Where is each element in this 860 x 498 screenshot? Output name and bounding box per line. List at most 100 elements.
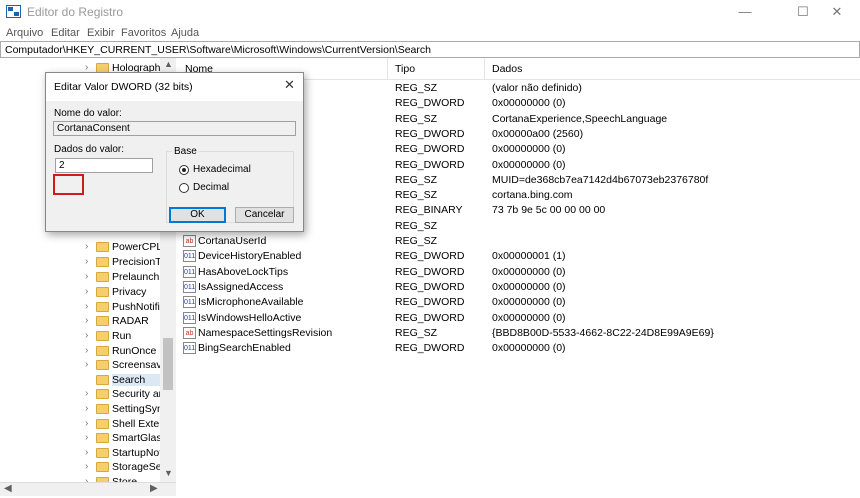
tree-item[interactable]: › SettingSync <box>0 402 160 417</box>
chevron-right-icon[interactable]: › <box>85 256 88 267</box>
cancel-button[interactable]: Cancelar <box>235 207 294 223</box>
folder-icon <box>96 257 109 267</box>
menu-ajuda[interactable]: Ajuda <box>171 27 199 39</box>
chevron-right-icon[interactable]: › <box>85 286 88 297</box>
chevron-right-icon[interactable]: › <box>85 418 88 429</box>
list-item[interactable]: ab CortanaUserId REG_SZ <box>177 234 860 249</box>
dialog-body: Nome do valor: CortanaConsent Dados do v… <box>46 101 303 231</box>
column-header-type[interactable]: Tipo <box>395 63 415 75</box>
value-name: CortanaUserId <box>198 235 267 247</box>
value-type: REG_DWORD <box>395 280 465 293</box>
tree-item[interactable]: › PowerCPL <box>0 240 160 255</box>
scroll-up-icon[interactable]: ▲ <box>164 59 173 69</box>
menu-favoritos[interactable]: Favoritos <box>121 27 166 39</box>
value-data: 0x00000a00 (2560) <box>492 127 584 140</box>
chevron-right-icon[interactable]: › <box>85 301 88 312</box>
value-name: BingSearchEnabled <box>198 342 291 355</box>
scroll-left-icon[interactable]: ◀ <box>4 483 12 494</box>
tree-item[interactable]: › StartupNot <box>0 446 160 461</box>
value-data: 0x00000000 (0) <box>492 280 566 293</box>
folder-icon <box>96 287 109 297</box>
value-data: 0x00000001 (1) <box>492 250 566 263</box>
list-item[interactable]: ab NamespaceSettingsRevision REG_SZ {BBD8B0… <box>177 326 860 341</box>
tree-item[interactable]: › StorageSen <box>0 460 160 475</box>
chevron-right-icon[interactable]: › <box>85 461 88 472</box>
list-item[interactable]: 011 IsWindowsHelloActive REG_DWORD 0x000000… <box>177 311 860 326</box>
tree-item[interactable]: › PushNotifi <box>0 300 160 315</box>
chevron-right-icon[interactable]: › <box>85 271 88 282</box>
value-data: 0x00000000 (0) <box>492 311 566 324</box>
scroll-down-icon[interactable]: ▼ <box>164 468 173 478</box>
column-header-data[interactable]: Dados <box>492 63 522 75</box>
tree-item[interactable]: › RunOnce <box>0 344 160 359</box>
tree-item[interactable]: › PrecisionTc <box>0 255 160 270</box>
value-type: REG_DWORD <box>395 250 465 263</box>
tree-horizontal-scrollbar[interactable]: ◀ ▶ <box>0 482 176 496</box>
value-data: 0x00000000 (0) <box>492 296 566 309</box>
tree-item[interactable]: › Run <box>0 329 160 344</box>
tree-item[interactable]: › Shell Extens <box>0 417 160 432</box>
tree-item-label: Shell Extens <box>112 418 160 430</box>
folder-icon <box>96 316 109 326</box>
value-type: REG_SZ <box>395 219 438 232</box>
value-data-field[interactable]: 2 <box>55 158 153 173</box>
tree-item[interactable]: › SmartGlass <box>0 431 160 446</box>
folder-icon <box>96 462 109 472</box>
menu-exibir[interactable]: Exibir <box>87 27 115 39</box>
string-value-icon: ab <box>183 235 196 247</box>
list-item[interactable]: 011 IsAssignedAccess REG_DWORD 0x00000000 (… <box>177 280 860 295</box>
ok-button[interactable]: OK <box>169 207 226 223</box>
address-bar[interactable]: Computador\HKEY_CURRENT_USER\Software\Mi… <box>0 41 860 58</box>
list-item[interactable]: 011 IsMicrophoneAvailable REG_DWORD 0x00000… <box>177 295 860 310</box>
column-separator[interactable] <box>387 58 388 80</box>
chevron-right-icon[interactable]: › <box>85 432 88 443</box>
decimal-label[interactable]: Decimal <box>193 182 229 193</box>
chevron-right-icon[interactable]: › <box>85 359 88 370</box>
tree-item[interactable]: › Screensave <box>0 358 160 373</box>
menu-arquivo[interactable]: Arquivo <box>6 27 43 39</box>
chevron-right-icon[interactable]: › <box>85 447 88 458</box>
value-data: 0x00000000 (0) <box>492 143 566 156</box>
decimal-radio[interactable] <box>179 183 189 193</box>
scroll-right-icon[interactable]: ▶ <box>150 483 158 494</box>
tree-item[interactable]: Search <box>0 373 160 388</box>
scroll-thumb[interactable] <box>163 338 173 390</box>
highlight-box <box>53 174 84 195</box>
chevron-right-icon[interactable]: › <box>85 315 88 326</box>
folder-icon <box>96 331 109 341</box>
list-item[interactable]: 011 BingSearchEnabled REG_DWORD 0x00000000 … <box>177 341 860 356</box>
value-data: 0x00000000 (0) <box>492 158 566 171</box>
list-item[interactable]: 011 HasAboveLockTips REG_DWORD 0x00000000 (… <box>177 265 860 280</box>
folder-icon <box>96 433 109 443</box>
column-separator[interactable] <box>484 58 485 80</box>
chevron-right-icon[interactable]: › <box>85 241 88 252</box>
dialog-close-icon[interactable]: ✕ <box>284 77 295 93</box>
value-name-field[interactable]: CortanaConsent <box>53 121 296 136</box>
folder-icon <box>96 389 109 399</box>
minimize-button[interactable]: — <box>722 0 768 24</box>
tree-item[interactable]: › Privacy <box>0 285 160 300</box>
list-item[interactable]: 011 DeviceHistoryEnabled REG_DWORD 0x000000… <box>177 249 860 264</box>
close-button[interactable]: ✕ <box>814 0 860 24</box>
value-type: REG_DWORD <box>395 311 465 324</box>
value-data: MUID=de368cb7ea7142d4b67073eb2376780f <box>492 173 709 186</box>
tree-item-label: PowerCPL <box>112 241 160 253</box>
value-data-label: Dados do valor: <box>54 144 125 155</box>
hexadecimal-label[interactable]: Hexadecimal <box>193 164 251 175</box>
tree-item[interactable]: › Prelaunch <box>0 270 160 285</box>
value-type: REG_DWORD <box>395 158 465 171</box>
value-data: 73 7b 9e 5c 00 00 00 00 <box>492 204 606 217</box>
tree-item-label: Run <box>112 330 132 342</box>
chevron-right-icon[interactable]: › <box>85 388 88 399</box>
tree-item-label: RunOnce <box>112 345 157 357</box>
chevron-right-icon[interactable]: › <box>85 345 88 356</box>
value-type: REG_DWORD <box>395 342 465 355</box>
tree-item[interactable]: › Security an <box>0 387 160 402</box>
tree-item-label: StartupNot <box>112 447 160 459</box>
tree-item-label: Prelaunch <box>112 271 160 283</box>
chevron-right-icon[interactable]: › <box>85 403 88 414</box>
chevron-right-icon[interactable]: › <box>85 330 88 341</box>
hexadecimal-radio[interactable] <box>179 165 189 175</box>
tree-item[interactable]: › RADAR <box>0 314 160 329</box>
menu-editar[interactable]: Editar <box>51 27 80 39</box>
